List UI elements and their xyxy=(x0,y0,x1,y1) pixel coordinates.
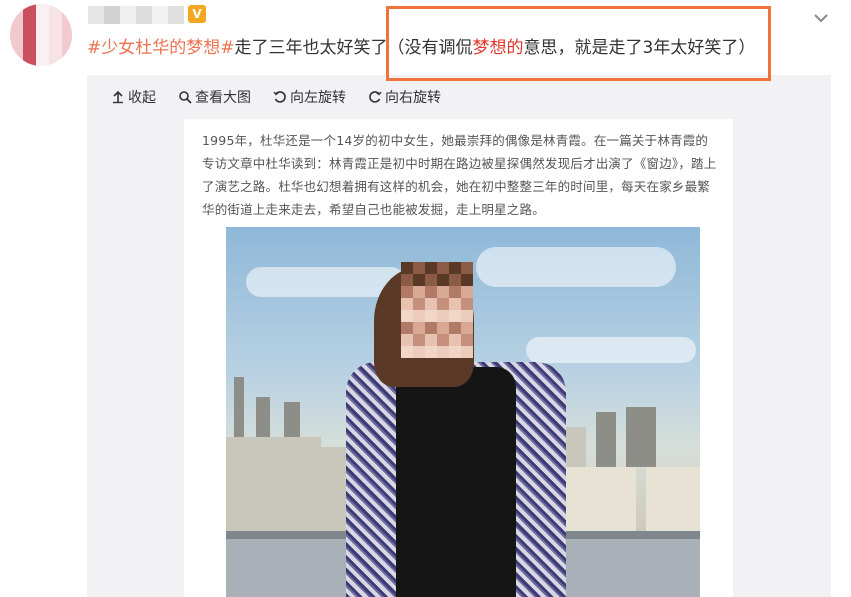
rotate-left-icon xyxy=(273,91,286,103)
verified-badge: V xyxy=(188,5,206,23)
username-masked[interactable] xyxy=(88,6,184,24)
image-toolbar: 收起 查看大图 向左旋转 向右旋转 xyxy=(111,87,441,107)
rotate-right-icon xyxy=(369,91,382,103)
photo xyxy=(226,227,700,597)
view-large-label: 查看大图 xyxy=(195,90,251,106)
post-body: 走了三年也太好笑了 xyxy=(234,38,388,58)
view-large-button[interactable]: 查看大图 xyxy=(178,87,251,107)
collapse-arrow-icon xyxy=(113,90,123,104)
rotate-right-button[interactable]: 向右旋转 xyxy=(368,87,441,107)
rotate-left-button[interactable]: 向左旋转 xyxy=(273,87,346,107)
article-paragraph: 1995年，杜华还是一个14岁的初中女生，她最崇拜的偶像是林青霞。在一篇关于林青… xyxy=(202,133,717,217)
collapse-label: 收起 xyxy=(128,90,156,106)
chevron-down-icon[interactable] xyxy=(811,8,831,28)
face-pixelated xyxy=(401,262,473,358)
post-image[interactable]: 1995年，杜华还是一个14岁的初中女生，她最崇拜的偶像是林青霞。在一篇关于林青… xyxy=(184,119,733,597)
collapse-button[interactable]: 收起 xyxy=(111,87,156,107)
rotate-right-label: 向右旋转 xyxy=(385,90,441,106)
search-icon xyxy=(179,91,192,104)
avatar[interactable] xyxy=(10,4,72,66)
highlight-box xyxy=(386,6,771,81)
media-panel: 收起 查看大图 向左旋转 向右旋转 1995年，杜华还是一个14岁的初中女生，她 xyxy=(87,75,831,597)
hashtag-link[interactable]: #少女杜华的梦想# xyxy=(87,38,235,58)
rotate-left-label: 向左旋转 xyxy=(290,90,346,106)
